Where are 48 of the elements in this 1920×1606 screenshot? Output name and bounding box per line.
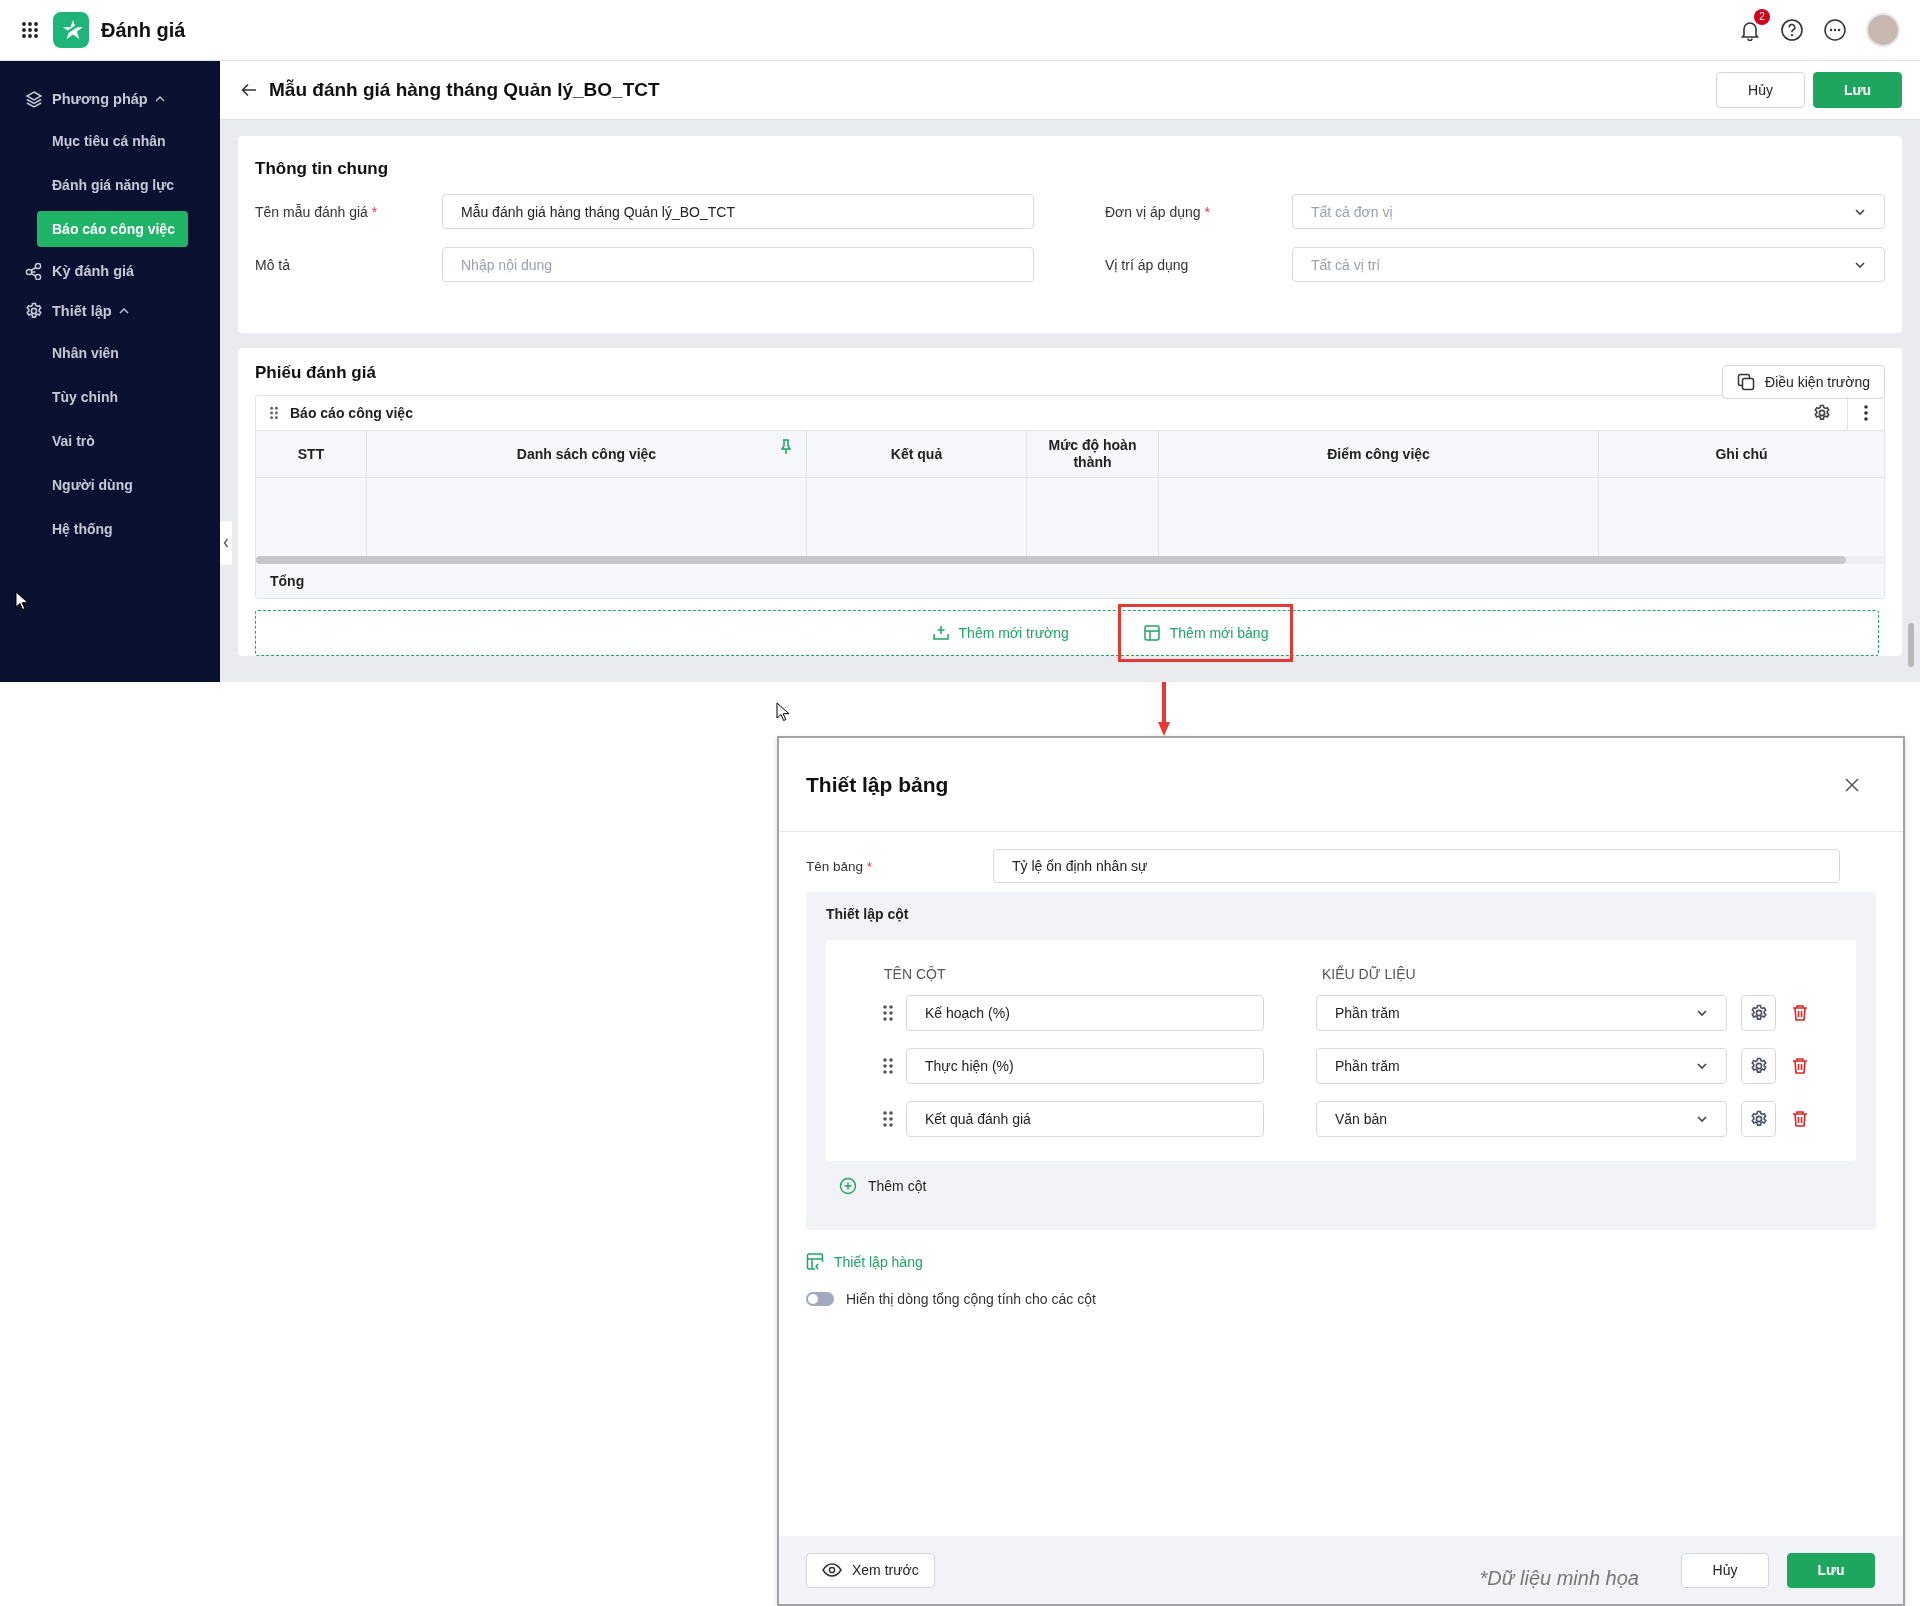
notification-badge: 2 xyxy=(1754,9,1770,25)
column-header: Kết quả xyxy=(807,431,1027,478)
sidebar-item[interactable]: Vai trò xyxy=(37,419,188,463)
column-header: Mức độ hoàn thành xyxy=(1027,431,1159,478)
dropdown-field[interactable]: Phần trăm xyxy=(1316,1047,1727,1084)
sidebar-item[interactable]: Tùy chỉnh xyxy=(37,375,188,419)
sidebar-item[interactable]: Nhân viên xyxy=(37,331,188,375)
dialog-title: Thiết lập bảng xyxy=(806,772,949,797)
cancel-button[interactable]: Hủy xyxy=(1681,1552,1769,1588)
field-label: Tên mẫu đánh giá * xyxy=(255,203,379,220)
sidebar-item[interactable]: Kỳ đánh giá xyxy=(0,251,220,291)
dropdown-field[interactable]: Văn bản xyxy=(1316,1100,1727,1137)
input-field[interactable]: Nhập nội dung xyxy=(442,247,1034,282)
input-field[interactable]: Kế hoạch (%) xyxy=(906,994,1264,1031)
field-label: Vị trí áp dụng xyxy=(1105,256,1190,273)
input-field[interactable]: Kết quả đánh giá xyxy=(906,1100,1264,1137)
sidebar-item[interactable]: Hệ thống xyxy=(37,507,188,551)
table-title: Báo cáo công việc xyxy=(290,405,413,421)
column-header: Ghi chú xyxy=(1599,431,1884,478)
field-label: Tên bảng * xyxy=(806,858,874,874)
sidebar-item[interactable]: Thiết lập xyxy=(0,291,220,331)
field-label: Mô tả xyxy=(255,256,291,273)
note-text: *Dữ liệu minh họa xyxy=(1479,1565,1639,1590)
column-label: KIỂU DỮ LIỆU xyxy=(1322,966,1416,982)
sidebar-item[interactable]: Đánh giá năng lực xyxy=(37,163,188,207)
field-label: Đơn vị áp dụng * xyxy=(1105,203,1211,220)
panel-title: Thiết lập cột xyxy=(826,906,910,922)
preview-button[interactable]: Xem trước xyxy=(806,1552,935,1588)
cancel-button[interactable]: Hủy xyxy=(1716,72,1805,108)
app-title: Đánh giá xyxy=(101,18,186,42)
total-row: Tổng xyxy=(256,564,1884,598)
sidebar-item[interactable]: Mục tiêu cá nhân xyxy=(37,119,188,163)
toggle-label: Hiển thị dòng tổng cộng tính cho các cột xyxy=(846,1291,1096,1307)
page-title: Mẫu đánh giá hàng tháng Quản lý_BO_TCT xyxy=(269,79,660,101)
input-field[interactable]: Thực hiện (%) xyxy=(906,1047,1264,1084)
column-header: STT xyxy=(256,431,367,478)
add-column-button[interactable]: Thêm cột xyxy=(839,1177,927,1195)
column-header: Điểm công việc xyxy=(1159,431,1599,478)
section-title: Thông tin chung xyxy=(255,158,390,180)
sidebar-item[interactable]: Phương pháp xyxy=(0,79,220,119)
input-field[interactable]: Mẫu đánh giá hàng tháng Quản lý_BO_TCT xyxy=(442,194,1034,229)
column-label: TÊN CỘT xyxy=(883,966,947,982)
sidebar-item[interactable]: Người dùng xyxy=(37,463,188,507)
section-title: Phiếu đánh giá xyxy=(255,362,376,384)
column-header: Danh sách công việc xyxy=(367,431,807,478)
input-field[interactable]: Tỷ lệ ổn định nhân sự xyxy=(993,849,1840,883)
dropdown-field[interactable]: Phần trăm xyxy=(1316,994,1727,1031)
condition-button[interactable]: Điều kiện trường xyxy=(1722,365,1885,399)
